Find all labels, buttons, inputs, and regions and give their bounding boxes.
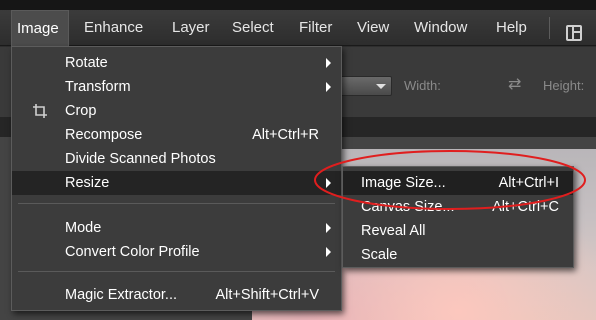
submenu-item-label: Reveal All [361,223,426,239]
menu-item-transform[interactable]: Transform [12,75,341,99]
crop-icon [33,104,47,118]
menu-item-shortcut: Alt+Shift+Ctrl+V [215,287,319,303]
menu-item-rotate[interactable]: Rotate [12,51,341,75]
menu-help[interactable]: Help [496,10,527,46]
submenu-item-label: Canvas Size... [361,199,455,215]
submenu-item-label: Image Size... [361,175,446,191]
menu-item-label: Resize [65,175,110,191]
submenu-arrow-icon [326,247,331,257]
menu-item-label: Magic Extractor... [65,287,178,303]
menu-item-label: Crop [65,103,97,119]
menu-enhance[interactable]: Enhance [84,10,143,46]
submenu-arrow-icon [326,58,331,68]
chevron-down-icon [376,84,386,89]
menu-item-magic-extractor[interactable]: Magic Extractor... Alt+Shift+Ctrl+V [12,283,341,307]
image-menu-dropdown: Rotate Transform Crop Recompose Alt+Ctrl… [11,46,342,311]
menu-item-label: Divide Scanned Photos [65,151,216,167]
submenu-item-shortcut: Alt+Ctrl+I [498,175,559,191]
submenu-arrow-icon [326,178,331,188]
resize-submenu: Image Size... Alt+Ctrl+I Canvas Size... … [342,166,574,268]
submenu-item-canvas-size[interactable]: Canvas Size... Alt+Ctrl+C [343,195,573,219]
menu-item-recompose[interactable]: Recompose Alt+Ctrl+R [12,123,341,147]
window-frame [0,0,596,10]
width-label: Width: [404,78,441,93]
menu-item-shortcut: Alt+Ctrl+R [252,127,319,143]
menu-item-crop[interactable]: Crop [12,99,341,123]
menu-view[interactable]: View [357,10,389,46]
menu-image[interactable]: Image [11,10,69,46]
menu-separator [18,203,335,204]
menu-item-label: Recompose [65,127,143,143]
menu-item-label: Mode [65,220,102,236]
menu-separator [18,271,335,272]
submenu-arrow-icon [326,223,331,233]
menu-select[interactable]: Select [232,10,274,46]
submenu-arrow-icon [326,82,331,92]
submenu-item-scale[interactable]: Scale [343,243,573,267]
menu-item-label: Transform [65,79,131,95]
menu-item-label: Rotate [65,55,108,71]
menu-separator [549,17,550,39]
submenu-item-shortcut: Alt+Ctrl+C [492,199,559,215]
swap-arrows-icon[interactable]: ⇄ [508,75,521,95]
menu-filter[interactable]: Filter [299,10,332,46]
menu-item-mode[interactable]: Mode [12,216,341,240]
menu-layer[interactable]: Layer [172,10,210,46]
menu-window[interactable]: Window [414,10,467,46]
menu-item-divide-scanned-photos[interactable]: Divide Scanned Photos [12,147,341,171]
submenu-item-image-size[interactable]: Image Size... Alt+Ctrl+I [343,171,573,195]
panel-layout-icon[interactable] [566,25,582,41]
submenu-item-reveal-all[interactable]: Reveal All [343,219,573,243]
menu-bar: Image Enhance Layer Select Filter View W… [0,10,596,46]
submenu-item-label: Scale [361,247,398,263]
menu-item-label: Convert Color Profile [65,244,200,260]
editor-window: Image Enhance Layer Select Filter View W… [0,0,596,320]
menu-item-convert-color-profile[interactable]: Convert Color Profile [12,240,341,264]
menu-item-resize[interactable]: Resize [12,171,341,195]
height-label: Height: [543,78,585,93]
